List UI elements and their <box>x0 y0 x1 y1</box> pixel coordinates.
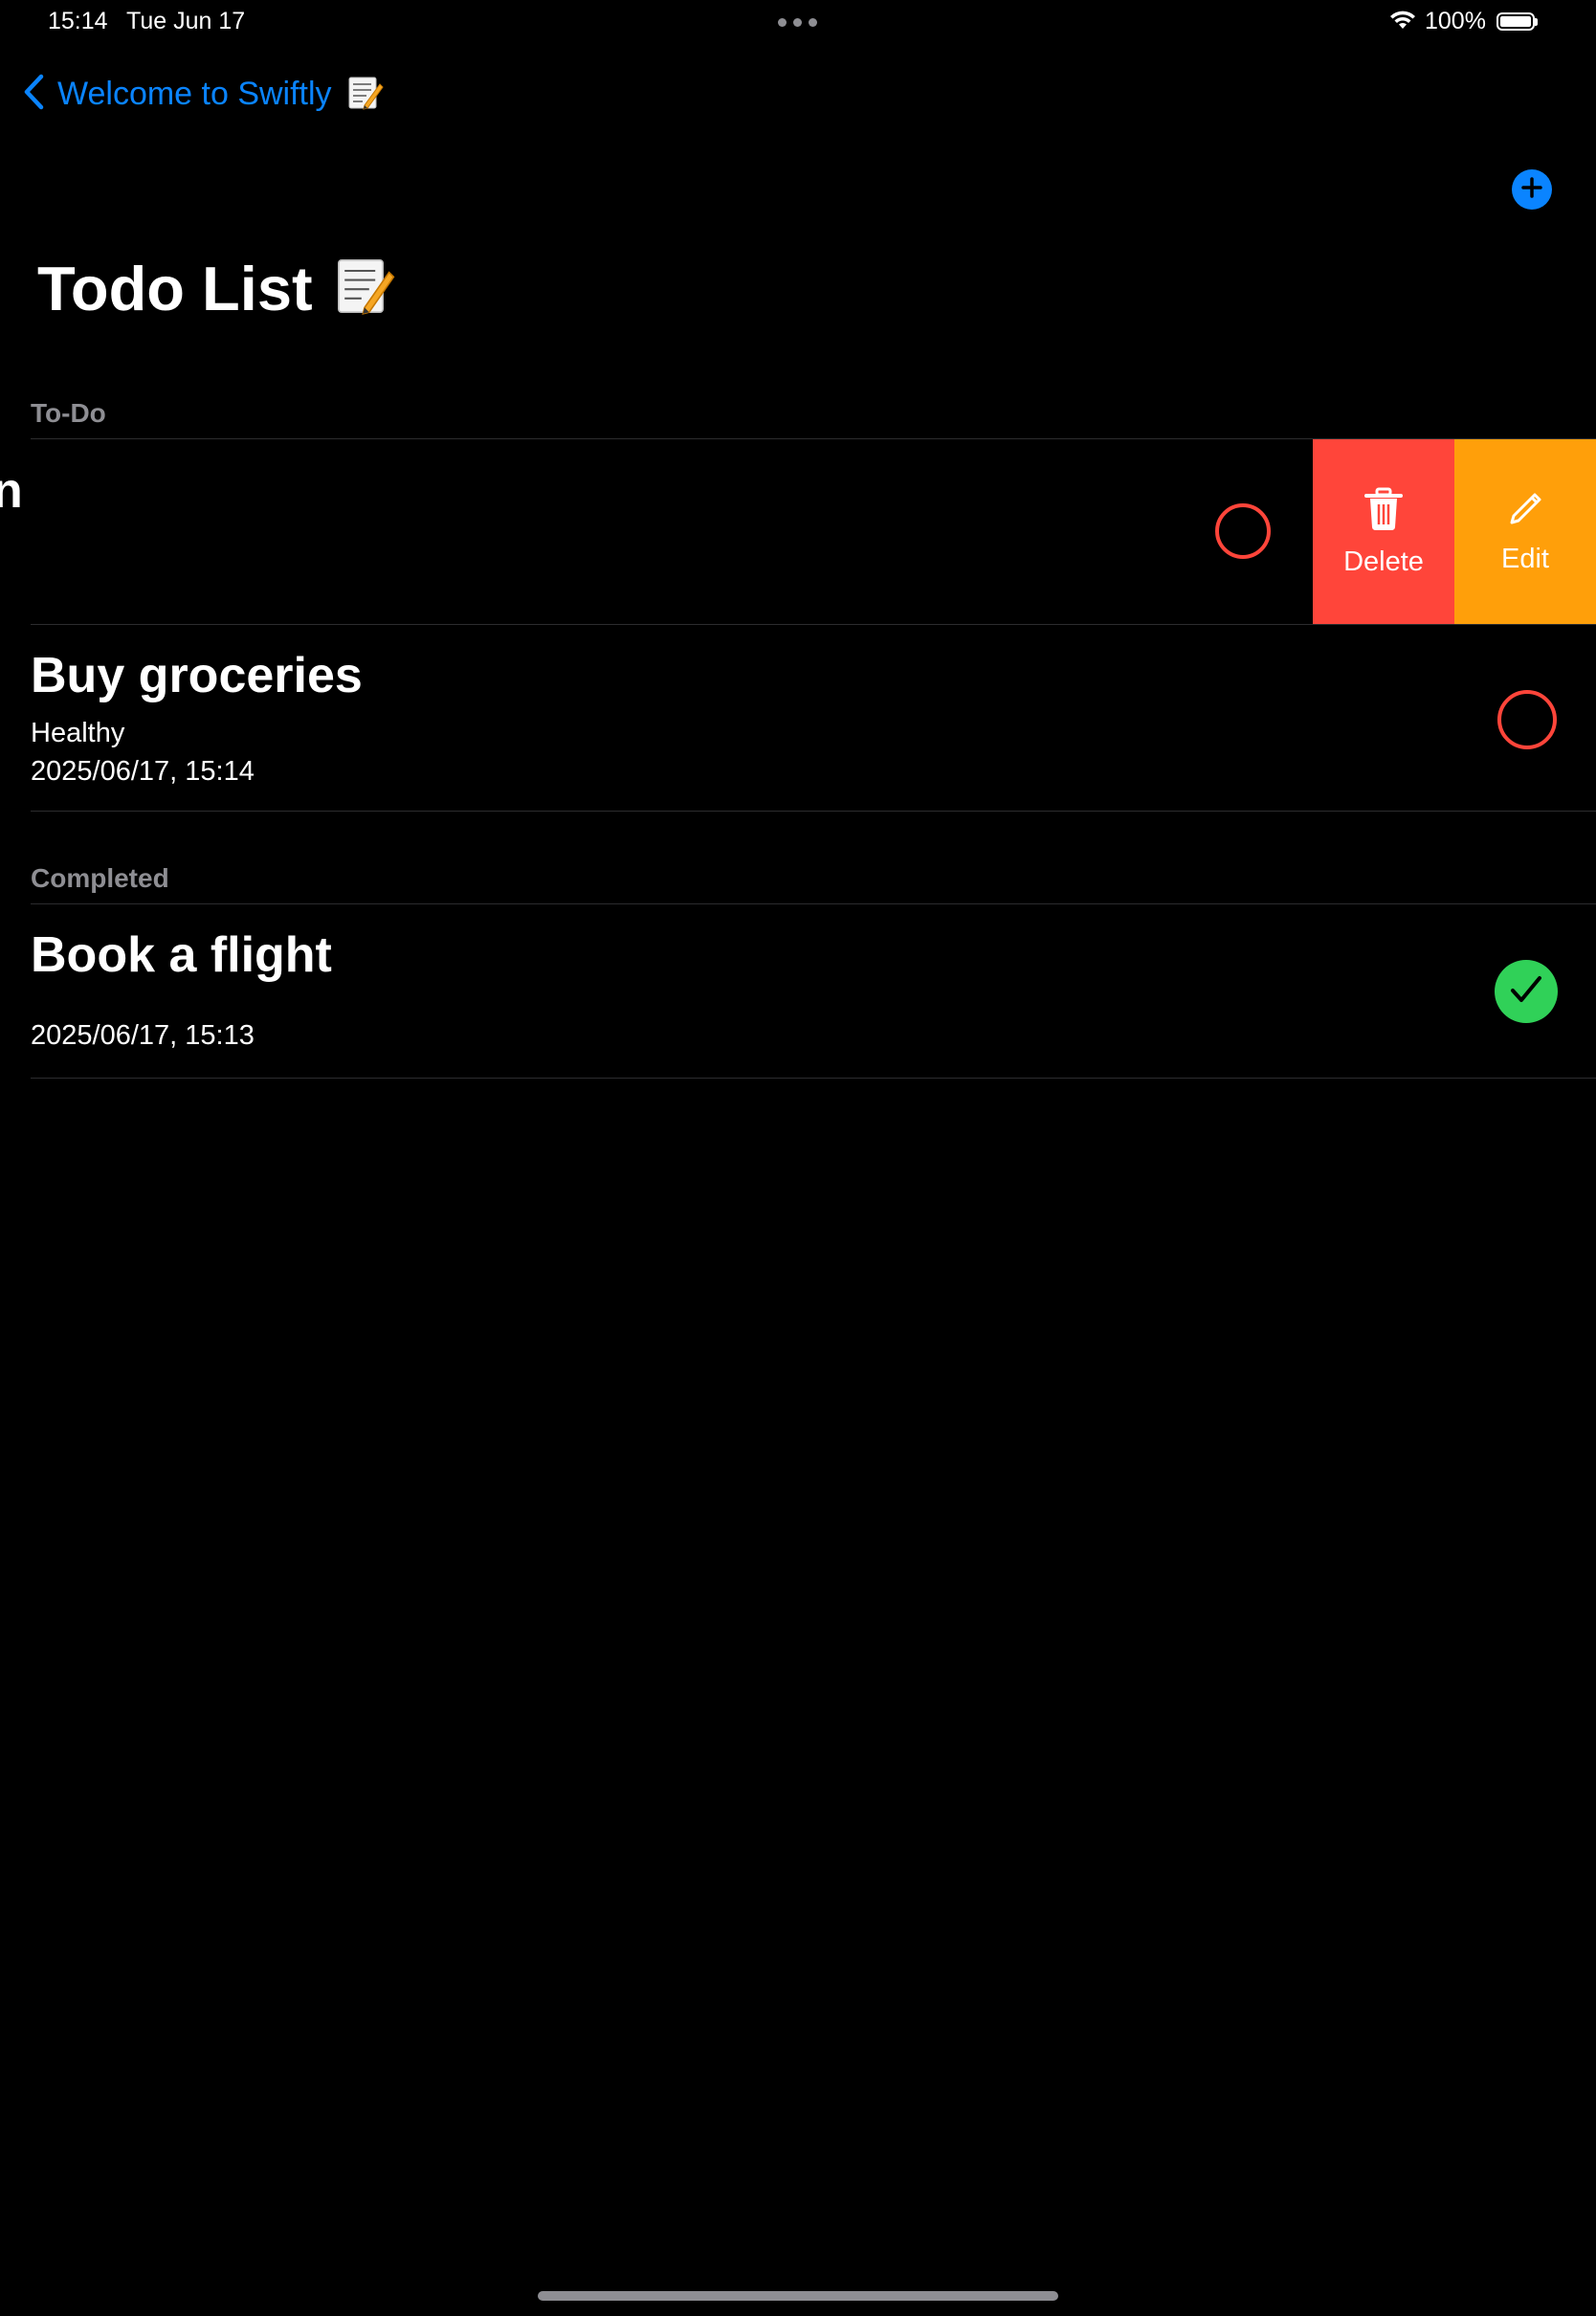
page-title: Todo List <box>37 254 313 323</box>
complete-toggle[interactable] <box>1497 690 1557 749</box>
battery-icon <box>1496 12 1538 31</box>
todo-date: 2025/06/17, 15:14 <box>31 756 255 787</box>
multitasking-dots-icon[interactable] <box>778 18 817 27</box>
divider <box>31 1078 1596 1079</box>
completed-toggle[interactable] <box>1495 960 1558 1023</box>
todo-note: Healthy <box>31 718 125 748</box>
list-item[interactable]: Buy groceries Healthy 2025/06/17, 15:14 <box>0 625 1596 811</box>
plus-icon <box>1520 176 1543 204</box>
home-indicator[interactable] <box>538 2291 1058 2301</box>
battery-percent: 100% <box>1425 8 1486 34</box>
completed-date: 2025/06/17, 15:13 <box>31 1020 255 1051</box>
completed-title: Book a flight <box>31 927 332 983</box>
edit-action-button[interactable]: Edit <box>1454 439 1596 625</box>
delete-action-button[interactable]: Delete <box>1313 439 1454 625</box>
page-header: Todo List <box>37 253 395 324</box>
trash-icon <box>1363 487 1404 539</box>
checkmark-icon <box>1509 974 1543 1010</box>
list-item[interactable]: Book a flight 2025/06/17, 15:13 <box>0 904 1596 1077</box>
memo-icon <box>334 254 395 323</box>
edit-label: Edit <box>1501 543 1549 574</box>
divider <box>31 811 1596 812</box>
row-title-fragment: n <box>0 463 23 519</box>
status-time: 15:14 <box>48 8 108 34</box>
section-header-completed: Completed <box>31 863 169 893</box>
back-button[interactable]: Welcome to Swiftly <box>23 73 384 116</box>
status-date: Tue Jun 17 <box>126 8 246 34</box>
memo-icon <box>345 73 384 116</box>
back-label: Welcome to Swiftly <box>57 76 332 112</box>
chevron-left-icon <box>23 74 44 115</box>
add-todo-button[interactable] <box>1512 169 1552 210</box>
section-header-todo: To-Do <box>31 398 106 428</box>
delete-label: Delete <box>1343 546 1424 577</box>
complete-toggle[interactable] <box>1215 503 1271 559</box>
list-item-swiped[interactable]: n Delete Edit <box>0 439 1596 625</box>
pencil-icon <box>1506 490 1544 536</box>
wifi-icon <box>1388 10 1417 35</box>
todo-title: Buy groceries <box>31 648 363 703</box>
